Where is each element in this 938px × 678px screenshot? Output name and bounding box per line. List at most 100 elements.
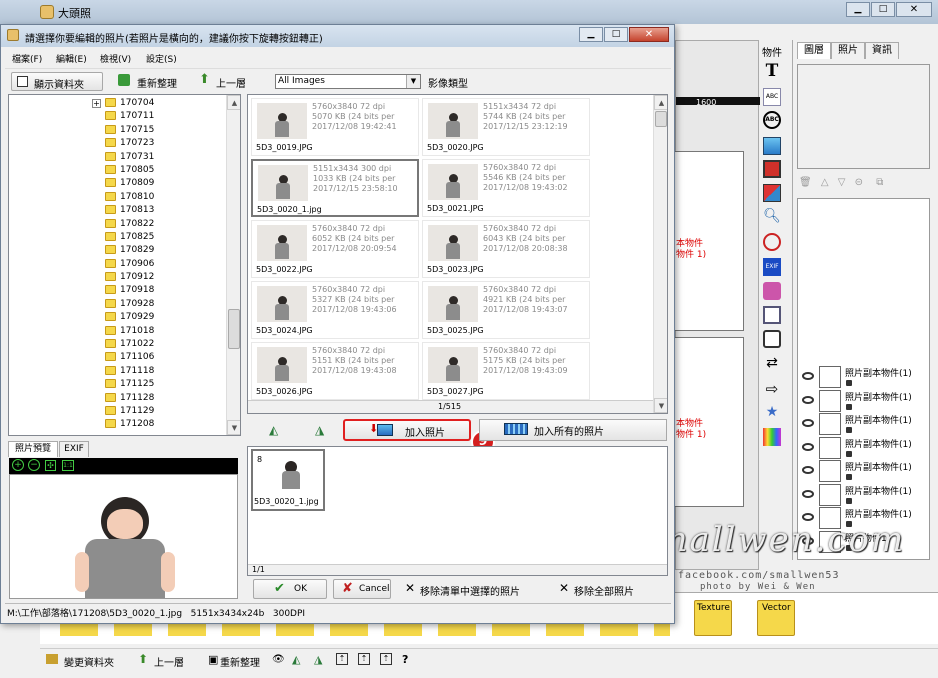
help-icon[interactable]: ? xyxy=(402,653,408,666)
thumbnail-item[interactable]: 5151x3434 72 dpi 5744 KB (24 bits per 20… xyxy=(422,98,590,156)
tab-photo-preview[interactable]: 照片預覽 xyxy=(8,441,58,457)
remove-all-button[interactable]: ✕ 移除全部照片 xyxy=(553,579,668,599)
thumbnail-item[interactable]: 5760x3840 72 dpi 5175 KB (24 bits per 20… xyxy=(422,342,590,400)
multi-frame-icon[interactable] xyxy=(763,184,781,202)
tree-folder-item[interactable]: 171018 xyxy=(91,325,154,338)
tab-layers[interactable]: 圖層 xyxy=(797,42,831,59)
menu-edit[interactable]: 編輯(E) xyxy=(56,52,87,65)
main-close-button[interactable]: ✕ xyxy=(896,2,932,17)
bottom-align-2-icon[interactable]: ⇡ xyxy=(358,653,370,665)
layer-row[interactable]: 照片副本物件(1) xyxy=(800,389,920,412)
image-type-select[interactable]: All Images ▼ xyxy=(275,74,421,89)
menu-file[interactable]: 檔案(F) xyxy=(12,52,42,65)
change-folder-button[interactable]: 變更資料夾 xyxy=(64,654,114,669)
tree-folder-item[interactable]: 170715 xyxy=(91,124,154,137)
layer-lock-icon[interactable] xyxy=(846,474,852,480)
text-art-icon[interactable]: ABC xyxy=(763,88,781,106)
eye-icon[interactable] xyxy=(802,442,814,451)
tree-folder-item[interactable]: 170929 xyxy=(91,311,154,324)
copy-icon[interactable]: ⧉ xyxy=(876,177,883,188)
up-button[interactable]: 上一層 xyxy=(216,75,246,90)
layer-row[interactable]: 照片副本物件(1) xyxy=(800,436,920,459)
tree-folder-item[interactable]: 170912 xyxy=(91,271,154,284)
tree-folder-item[interactable]: 170809 xyxy=(91,177,154,190)
tree-folder-item[interactable]: 171125 xyxy=(91,378,154,391)
tree-folder-item[interactable]: 170918 xyxy=(91,284,154,297)
tree-folder-item[interactable]: 170711 xyxy=(91,110,154,123)
add-photo-button[interactable]: ⬇ 加入照片 xyxy=(343,419,471,441)
tree-folder-item[interactable]: 171106 xyxy=(91,351,154,364)
eye-icon[interactable] xyxy=(802,466,814,474)
tree-folder-item[interactable]: 170805 xyxy=(91,164,154,177)
thumbnail-item[interactable]: 5760x3840 72 dpi 5070 KB (24 bits per 20… xyxy=(251,98,419,156)
tab-info[interactable]: 資訊 xyxy=(865,42,899,59)
thumbnail-item[interactable]: 5760x3840 72 dpi 6043 KB (24 bits per 20… xyxy=(422,220,590,278)
remove-selected-button[interactable]: ✕ 移除清單中選擇的照片 xyxy=(399,579,545,599)
tree-scrollbar[interactable]: ▲ ▼ xyxy=(226,95,240,435)
tree-folder-item[interactable]: 170825 xyxy=(91,231,154,244)
exif-icon[interactable]: EXIF xyxy=(763,258,781,276)
eye-icon[interactable] xyxy=(802,489,814,498)
image-icon[interactable] xyxy=(763,137,781,155)
eye-icon[interactable] xyxy=(802,419,814,427)
tree-folder-item[interactable]: 170813 xyxy=(91,204,154,217)
layer-row[interactable]: 照片副本物件(1) xyxy=(800,413,920,435)
tree-folder-item[interactable]: 171129 xyxy=(91,405,154,418)
thumbnail-item[interactable]: 5760x3840 72 dpi 5151 KB (24 bits per 20… xyxy=(251,342,419,400)
tree-folder-item[interactable]: 170928 xyxy=(91,298,154,311)
bottom-rotate-left-icon[interactable]: ◭ xyxy=(292,653,300,666)
eye-icon[interactable] xyxy=(802,372,814,380)
tab-photos[interactable]: 照片 xyxy=(831,42,865,59)
folder-texture[interactable]: Texture xyxy=(694,600,732,636)
menu-settings[interactable]: 設定(S) xyxy=(146,52,177,65)
layer-lock-icon[interactable] xyxy=(846,380,852,386)
layer-lock-icon[interactable] xyxy=(846,427,852,433)
layer-row[interactable]: 照片副本物件(1) xyxy=(800,483,920,506)
thumbnail-item[interactable]: 5760x3840 72 dpi 5546 KB (24 bits per 20… xyxy=(422,159,590,217)
layer-lock-icon[interactable] xyxy=(846,450,852,457)
tree-folder-item[interactable]: 170829 xyxy=(91,244,154,257)
tree-expand-icon[interactable]: + xyxy=(92,99,101,108)
arrow-shape-icon[interactable]: ⇨ xyxy=(763,380,781,398)
thumbnail-item[interactable]: 5760x3840 72 dpi 4921 KB (24 bits per 20… xyxy=(422,281,590,339)
bottom-align-1-icon[interactable]: ⇡ xyxy=(336,653,348,665)
layer-lock-icon[interactable] xyxy=(846,497,852,504)
show-folder-button[interactable]: 顯示資料夾 xyxy=(11,72,103,91)
dialog-close-button[interactable]: ✕ xyxy=(629,27,669,42)
ok-button[interactable]: ✔ OK xyxy=(253,579,327,599)
bottom-refresh-button[interactable]: 重新整理 xyxy=(220,654,260,669)
dialog-minimize-button[interactable]: ▁ xyxy=(579,27,603,42)
tree-folder-item[interactable]: 170906 xyxy=(91,258,154,271)
folder-vector[interactable]: Vector xyxy=(757,600,795,636)
main-maximize-button[interactable]: □ xyxy=(871,2,895,17)
thumbnail-item[interactable]: 5760x3840 72 dpi 6052 KB (24 bits per 20… xyxy=(251,220,419,278)
bottom-rotate-right-icon[interactable]: ◮ xyxy=(314,653,322,666)
tree-folder-item[interactable]: 171208 xyxy=(91,418,154,431)
dialog-maximize-button[interactable]: □ xyxy=(604,27,628,42)
calendar-icon[interactable] xyxy=(763,306,781,324)
tree-folder-item[interactable]: 170723 xyxy=(91,137,154,150)
rotate-left-icon[interactable]: ◭ xyxy=(269,423,278,437)
tree-scroll-up[interactable]: ▲ xyxy=(227,95,240,110)
text-tool-icon[interactable]: T xyxy=(763,62,781,80)
move-up-icon[interactable]: △ xyxy=(821,177,829,188)
bottom-eye-icon[interactable]: 👁 xyxy=(272,654,285,665)
tree-scroll-thumb[interactable] xyxy=(228,309,240,349)
main-minimize-button[interactable]: ▁ xyxy=(846,2,870,17)
star-icon[interactable]: ★ xyxy=(763,404,781,422)
actual-size-icon[interactable]: 1:1 xyxy=(62,460,74,471)
circle-text-icon[interactable]: ABC xyxy=(763,111,781,129)
tree-folder-item[interactable]: 170731 xyxy=(91,151,154,164)
eye-icon[interactable] xyxy=(802,395,814,404)
layer-lock-icon[interactable] xyxy=(846,403,852,410)
zoom-in-icon[interactable]: + xyxy=(12,459,24,471)
magnifier-icon[interactable]: 🔍︎ xyxy=(763,208,781,226)
thumbs-scroll-thumb[interactable] xyxy=(655,111,667,127)
clock-icon[interactable] xyxy=(763,233,781,251)
thumbnail-item[interactable]: 5151x3434 300 dpi 1033 KB (24 bits per 2… xyxy=(251,159,419,217)
refresh-button[interactable]: 重新整理 xyxy=(137,75,177,90)
tab-exif[interactable]: EXIF xyxy=(59,441,89,457)
speech-bubble-icon[interactable] xyxy=(763,330,781,348)
lock-icon[interactable]: ⊝ xyxy=(855,177,863,188)
tree-folder-item[interactable]: 171118 xyxy=(91,365,154,378)
